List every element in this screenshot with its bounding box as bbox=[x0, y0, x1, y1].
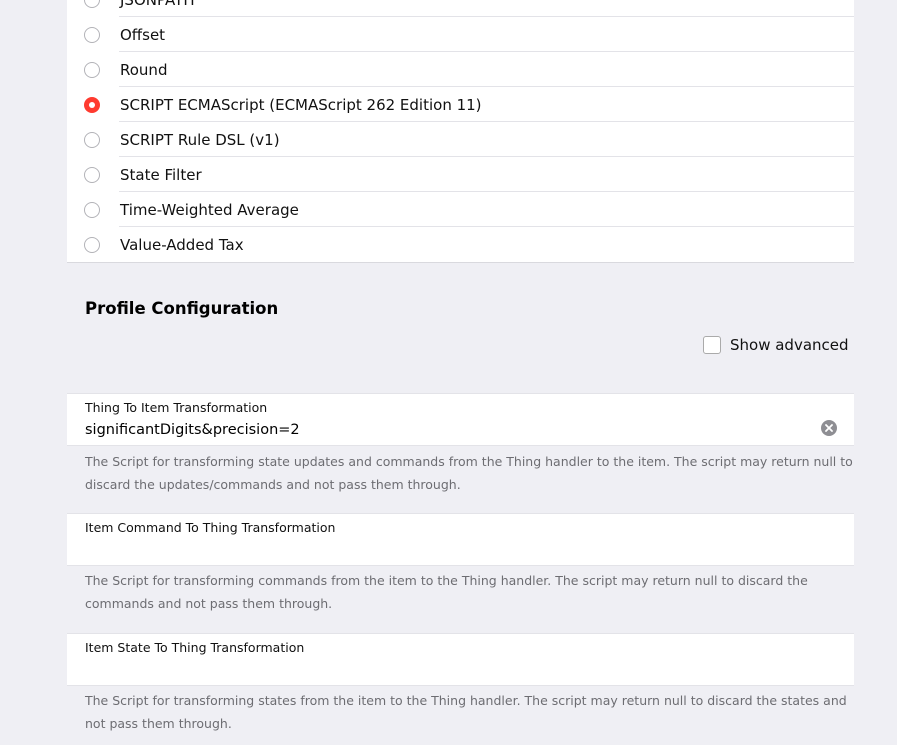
radio-button-icon[interactable] bbox=[84, 61, 100, 78]
radio-button-icon[interactable] bbox=[84, 166, 100, 183]
clear-circle-icon[interactable] bbox=[821, 420, 837, 436]
radio-label: Offset bbox=[120, 25, 166, 44]
field-label: Item Command To Thing Transformation bbox=[85, 520, 336, 535]
transformation-radio-list: JSONPATH Offset Round SCRIPT ECMAScript … bbox=[67, 0, 854, 263]
radio-row-value-added-tax[interactable]: Value-Added Tax bbox=[67, 227, 854, 262]
item-command-to-thing-input[interactable] bbox=[85, 540, 805, 560]
radio-label: Value-Added Tax bbox=[120, 235, 244, 254]
radio-label: Time-Weighted Average bbox=[120, 200, 299, 219]
radio-label: SCRIPT ECMAScript (ECMAScript 262 Editio… bbox=[120, 95, 482, 114]
radio-button-icon[interactable] bbox=[84, 0, 100, 8]
radio-label: Round bbox=[120, 60, 168, 79]
field-label: Thing To Item Transformation bbox=[85, 400, 268, 415]
item-state-to-thing-field: Item State To Thing Transformation bbox=[67, 633, 854, 686]
item-state-to-thing-help: The Script for transforming states from … bbox=[85, 693, 847, 731]
radio-row-time-weighted-average[interactable]: Time-Weighted Average bbox=[67, 192, 854, 227]
item-state-to-thing-input[interactable] bbox=[85, 660, 805, 680]
item-command-to-thing-help: The Script for transforming commands fro… bbox=[85, 573, 808, 611]
radio-button-icon[interactable] bbox=[84, 26, 100, 43]
field-label: Item State To Thing Transformation bbox=[85, 640, 305, 655]
radio-row-round[interactable]: Round bbox=[67, 52, 854, 87]
radio-row-jsonpath[interactable]: JSONPATH bbox=[67, 0, 854, 17]
radio-button-icon[interactable] bbox=[84, 236, 100, 253]
radio-button-icon[interactable] bbox=[84, 131, 100, 148]
thing-to-item-field: Thing To Item Transformation bbox=[67, 393, 854, 446]
thing-to-item-input[interactable] bbox=[85, 420, 805, 440]
radio-row-state-filter[interactable]: State Filter bbox=[67, 157, 854, 192]
radio-button-icon[interactable] bbox=[84, 201, 100, 218]
show-advanced-checkbox[interactable] bbox=[703, 336, 721, 354]
item-command-to-thing-field: Item Command To Thing Transformation bbox=[67, 513, 854, 566]
radio-label: JSONPATH bbox=[120, 0, 195, 9]
show-advanced-toggle[interactable]: Show advanced bbox=[703, 336, 849, 354]
profile-configuration-page: JSONPATH Offset Round SCRIPT ECMAScript … bbox=[0, 0, 897, 745]
radio-row-script-ecmascript[interactable]: SCRIPT ECMAScript (ECMAScript 262 Editio… bbox=[67, 87, 854, 122]
radio-label: SCRIPT Rule DSL (v1) bbox=[120, 130, 280, 149]
section-title: Profile Configuration bbox=[85, 299, 279, 318]
radio-label: State Filter bbox=[120, 165, 202, 184]
radio-button-selected-icon[interactable] bbox=[84, 96, 100, 113]
show-advanced-label: Show advanced bbox=[730, 336, 849, 354]
radio-row-offset[interactable]: Offset bbox=[67, 17, 854, 52]
thing-to-item-help: The Script for transforming state update… bbox=[85, 454, 853, 492]
radio-row-script-rule-dsl[interactable]: SCRIPT Rule DSL (v1) bbox=[67, 122, 854, 157]
